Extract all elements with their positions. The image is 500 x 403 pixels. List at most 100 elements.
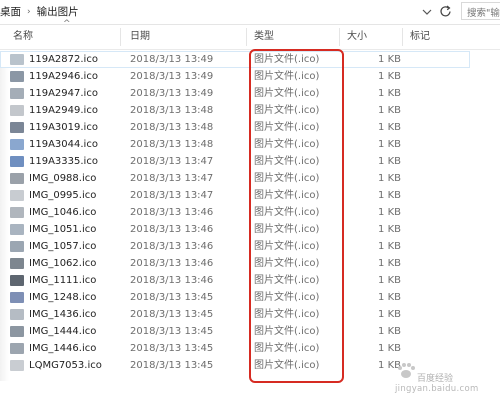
image-thumbnail-icon	[10, 88, 24, 99]
column-header-tags[interactable]: 标记	[410, 25, 430, 49]
file-size: 1 KB	[378, 326, 401, 337]
file-name: 119A3335.ico	[29, 156, 98, 167]
watermark-text: 百度经验	[417, 374, 454, 384]
image-thumbnail-icon	[10, 241, 24, 252]
file-row[interactable]: 119A2947.ico 2018/3/13 13:49 图片文件(.ico) 1 K…	[0, 85, 470, 102]
file-type: 图片文件(.ico)	[254, 71, 320, 82]
file-date: 2018/3/13 13:49	[130, 88, 214, 99]
file-date: 2018/3/13 13:45	[130, 326, 214, 337]
file-row[interactable]: 119A2872.ico 2018/3/13 13:49 图片文件(.ico) 1 K…	[0, 51, 470, 68]
image-thumbnail-icon	[10, 139, 24, 150]
file-row[interactable]: IMG_1057.ico 2018/3/13 13:46 图片文件(.ico) 1 K…	[0, 238, 470, 255]
file-name: 119A2947.ico	[29, 88, 98, 99]
address-dropdown-button[interactable]	[421, 4, 433, 19]
file-size: 1 KB	[378, 88, 401, 99]
file-row[interactable]: IMG_1446.ico 2018/3/13 13:45 图片文件(.ico) 1 K…	[0, 340, 470, 357]
file-size: 1 KB	[378, 309, 401, 320]
file-size: 1 KB	[378, 360, 401, 371]
file-name: IMG_0988.ico	[29, 173, 97, 184]
breadcrumb-desktop[interactable]: 桌面	[0, 4, 21, 19]
column-divider[interactable]	[339, 28, 340, 46]
file-name: 119A2872.ico	[29, 54, 98, 65]
file-size: 1 KB	[378, 139, 401, 150]
column-header-type[interactable]: 类型	[254, 25, 274, 49]
image-thumbnail-icon	[10, 105, 24, 116]
file-date: 2018/3/13 13:49	[130, 54, 214, 65]
file-row[interactable]: IMG_1062.ico 2018/3/13 13:46 图片文件(.ico) 1 K…	[0, 255, 470, 272]
file-type: 图片文件(.ico)	[254, 54, 320, 65]
file-type: 图片文件(.ico)	[254, 360, 320, 371]
file-row[interactable]: IMG_1051.ico 2018/3/13 13:46 图片文件(.ico) 1 K…	[0, 221, 470, 238]
file-size: 1 KB	[378, 343, 401, 354]
file-row[interactable]: IMG_1046.ico 2018/3/13 13:46 图片文件(.ico) 1 K…	[0, 204, 470, 221]
file-name: 119A2946.ico	[29, 71, 98, 82]
paw-logo-icon	[398, 363, 415, 378]
search-input[interactable]: 搜索"输	[461, 2, 500, 20]
breadcrumb: 桌面 › 输出图片	[0, 3, 79, 20]
file-name: IMG_1051.ico	[29, 224, 97, 235]
file-type: 图片文件(.ico)	[254, 173, 320, 184]
refresh-icon	[440, 5, 451, 17]
file-size: 1 KB	[378, 71, 401, 82]
file-row[interactable]: 119A3044.ico 2018/3/13 13:48 图片文件(.ico) 1 K…	[0, 136, 470, 153]
file-name: IMG_1062.ico	[29, 258, 97, 269]
file-row[interactable]: 119A2949.ico 2018/3/13 13:48 图片文件(.ico) 1 K…	[0, 102, 470, 119]
file-type: 图片文件(.ico)	[254, 326, 320, 337]
file-row[interactable]: IMG_1436.ico 2018/3/13 13:45 图片文件(.ico) 1 K…	[0, 306, 470, 323]
file-date: 2018/3/13 13:47	[130, 156, 214, 167]
file-name: IMG_0995.ico	[29, 190, 97, 201]
refresh-button[interactable]	[438, 3, 454, 20]
file-row[interactable]: IMG_1248.ico 2018/3/13 13:45 图片文件(.ico) 1 K…	[0, 289, 470, 306]
file-name: LQMG7053.ico	[29, 360, 102, 371]
file-row[interactable]: 119A3335.ico 2018/3/13 13:47 图片文件(.ico) 1 K…	[0, 153, 470, 170]
file-type: 图片文件(.ico)	[254, 224, 320, 235]
file-type: 图片文件(.ico)	[254, 207, 320, 218]
image-thumbnail-icon	[10, 275, 24, 286]
column-divider[interactable]	[120, 28, 121, 46]
file-type: 图片文件(.ico)	[254, 88, 320, 99]
file-name: IMG_1436.ico	[29, 309, 97, 320]
column-header-name[interactable]: 名称	[13, 25, 33, 49]
file-type: 图片文件(.ico)	[254, 292, 320, 303]
chevron-down-icon	[422, 9, 432, 15]
file-row[interactable]: IMG_0988.ico 2018/3/13 13:47 图片文件(.ico) 1 K…	[0, 170, 470, 187]
chevron-right-icon[interactable]: ›	[27, 7, 31, 17]
file-row[interactable]: IMG_0995.ico 2018/3/13 13:47 图片文件(.ico) 1 K…	[0, 187, 470, 204]
image-thumbnail-icon	[10, 309, 24, 320]
breadcrumb-current-folder[interactable]: 输出图片	[37, 4, 79, 19]
file-date: 2018/3/13 13:45	[130, 309, 214, 320]
file-name: IMG_1446.ico	[29, 343, 97, 354]
image-thumbnail-icon	[10, 326, 24, 337]
file-size: 1 KB	[378, 292, 401, 303]
file-row[interactable]: 119A3019.ico 2018/3/13 13:48 图片文件(.ico) 1 K…	[0, 119, 470, 136]
column-header-size[interactable]: 大小	[347, 25, 367, 49]
file-size: 1 KB	[378, 122, 401, 133]
file-row[interactable]: IMG_1444.ico 2018/3/13 13:45 图片文件(.ico) 1 K…	[0, 323, 470, 340]
file-date: 2018/3/13 13:45	[130, 343, 214, 354]
image-thumbnail-icon	[10, 156, 24, 167]
file-size: 1 KB	[378, 54, 401, 65]
column-divider[interactable]	[246, 28, 247, 46]
file-row[interactable]: IMG_1111.ico 2018/3/13 13:46 图片文件(.ico) 1 K…	[0, 272, 470, 289]
image-thumbnail-icon	[10, 292, 24, 303]
file-size: 1 KB	[378, 224, 401, 235]
file-name: IMG_1046.ico	[29, 207, 97, 218]
watermark-url: jingyan.baidu.com	[395, 384, 479, 394]
file-size: 1 KB	[378, 173, 401, 184]
file-name: IMG_1057.ico	[29, 241, 97, 252]
sort-ascending-icon: ^	[63, 19, 71, 29]
file-type: 图片文件(.ico)	[254, 309, 320, 320]
column-divider[interactable]	[402, 28, 403, 46]
file-size: 1 KB	[378, 156, 401, 167]
file-row[interactable]: 119A2946.ico 2018/3/13 13:49 图片文件(.ico) 1 K…	[0, 68, 470, 85]
image-thumbnail-icon	[10, 54, 24, 65]
file-type: 图片文件(.ico)	[254, 275, 320, 286]
image-thumbnail-icon	[10, 343, 24, 354]
file-type: 图片文件(.ico)	[254, 122, 320, 133]
file-type: 图片文件(.ico)	[254, 343, 320, 354]
column-header-date[interactable]: 日期	[130, 25, 150, 49]
image-thumbnail-icon	[10, 71, 24, 82]
file-date: 2018/3/13 13:47	[130, 190, 214, 201]
file-name: 119A3019.ico	[29, 122, 98, 133]
file-date: 2018/3/13 13:46	[130, 258, 214, 269]
